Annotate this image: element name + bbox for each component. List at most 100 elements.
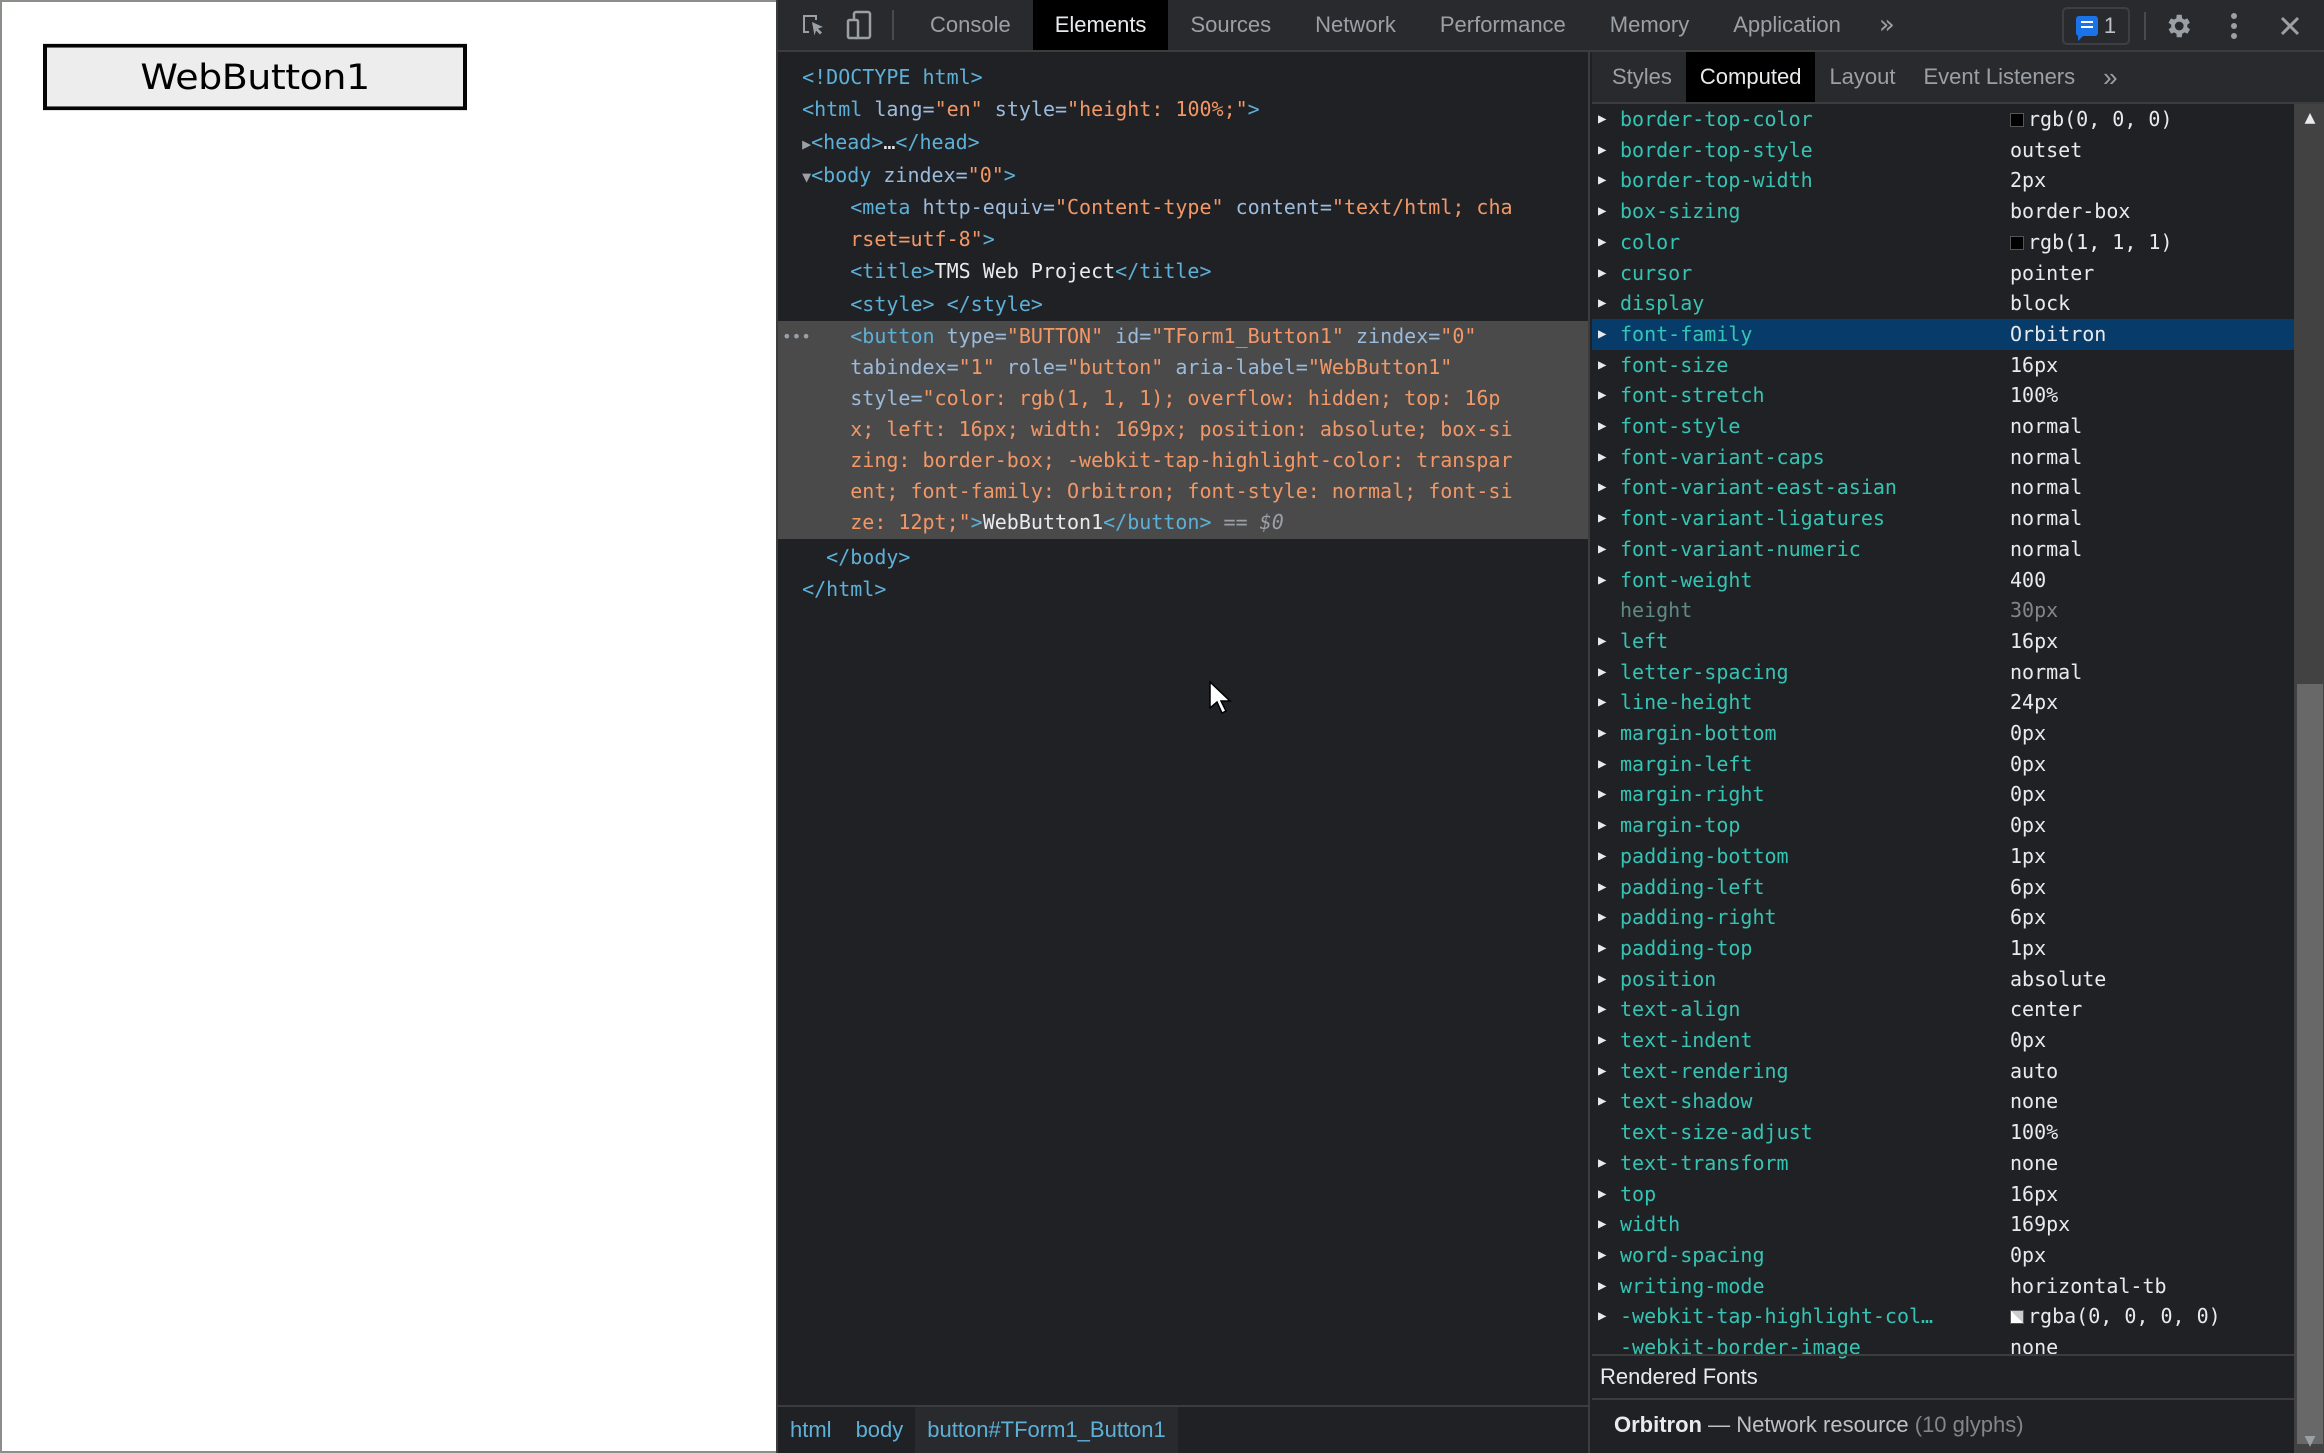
computed-property-row[interactable]: ▶ text-rendering auto — [1592, 1056, 2294, 1087]
expand-triangle-icon[interactable]: ▶ — [1598, 1240, 1606, 1271]
expand-triangle-icon[interactable]: ▶ — [1598, 319, 1606, 350]
computed-property-row[interactable]: ▶ width 169px — [1592, 1209, 2294, 1240]
color-swatch[interactable] — [2010, 113, 2024, 127]
computed-property-row[interactable]: ▶ border-top-style outset — [1592, 135, 2294, 166]
computed-property-row[interactable]: ▶ padding-left 6px — [1592, 872, 2294, 903]
tab-sources[interactable]: Sources — [1168, 0, 1293, 50]
tree-node-button-cont[interactable]: ze: 12pt;">WebButton1</button> == $0 — [778, 507, 1588, 539]
tree-node-body[interactable]: ▼<body zindex="0"> — [778, 160, 1588, 191]
tree-node-button-cont[interactable]: zing: border-box; -webkit-tap-highlight-… — [778, 445, 1588, 477]
expand-triangle-icon[interactable]: ▶ — [1598, 749, 1606, 780]
tree-node-button-cont[interactable]: ent; font-family: Orbitron; font-style: … — [778, 476, 1588, 508]
expand-triangle-icon[interactable]: ▶ — [1598, 841, 1606, 872]
expand-triangle-icon[interactable]: ▶ — [1598, 902, 1606, 933]
computed-property-row[interactable]: ▶ font-variant-ligatures normal — [1592, 503, 2294, 534]
computed-property-row[interactable]: ▶ color rgb(1, 1, 1) — [1592, 227, 2294, 258]
more-tabs-chevron-icon[interactable]: » — [1863, 10, 1911, 40]
expand-triangle-icon[interactable]: ▶ — [1598, 1271, 1606, 1302]
computed-property-row[interactable]: text-size-adjust 100% — [1592, 1117, 2294, 1148]
computed-property-row[interactable]: ▶ writing-mode horizontal-tb — [1592, 1271, 2294, 1302]
computed-property-row[interactable]: ▶ box-sizing border-box — [1592, 196, 2294, 227]
expand-triangle-icon[interactable]: ▶ — [802, 135, 811, 153]
expand-triangle-icon[interactable]: ▶ — [1598, 657, 1606, 688]
tree-node-button-cont[interactable]: x; left: 16px; width: 169px; position: a… — [778, 414, 1588, 446]
tab-memory[interactable]: Memory — [1588, 0, 1711, 50]
breadcrumb-body[interactable]: body — [843, 1407, 916, 1453]
inspect-element-icon[interactable] — [790, 0, 836, 50]
computed-property-row[interactable]: ▶ text-align center — [1592, 994, 2294, 1025]
tree-node-body-close[interactable]: </body> — [778, 542, 1588, 573]
expand-triangle-icon[interactable]: ▶ — [1598, 288, 1606, 319]
tab-computed[interactable]: Computed — [1685, 52, 1816, 102]
computed-property-row[interactable]: ▶ left 16px — [1592, 626, 2294, 657]
tree-node-meta-cont[interactable]: rset=utf-8"> — [778, 224, 1588, 255]
tab-styles[interactable]: Styles — [1598, 52, 1686, 102]
computed-property-row[interactable]: ▶ padding-right 6px — [1592, 902, 2294, 933]
expand-triangle-icon[interactable]: ▶ — [1598, 687, 1606, 718]
expand-triangle-icon[interactable]: ▶ — [1598, 196, 1606, 227]
scroll-up-arrow-icon[interactable]: ▲ — [2294, 110, 2324, 126]
device-toolbar-icon[interactable] — [836, 0, 882, 50]
expand-triangle-icon[interactable]: ▶ — [1598, 534, 1606, 565]
computed-property-row[interactable]: ▶ font-family Orbitron — [1592, 318, 2294, 350]
tab-elements[interactable]: Elements — [1032, 0, 1169, 50]
computed-property-row[interactable]: ▶ margin-top 0px — [1592, 810, 2294, 841]
color-swatch[interactable] — [2010, 235, 2024, 250]
expand-triangle-icon[interactable]: ▶ — [1598, 1209, 1606, 1240]
computed-property-row[interactable]: ▶ cursor pointer — [1592, 258, 2294, 289]
computed-property-row[interactable]: height 30px — [1592, 595, 2294, 626]
computed-property-row[interactable]: ▶ padding-top 1px — [1592, 933, 2294, 964]
tree-node-style[interactable]: <style> </style> — [778, 289, 1588, 320]
computed-property-row[interactable]: ▶ margin-left 0px — [1592, 749, 2294, 780]
breadcrumb-html[interactable]: html — [778, 1407, 844, 1453]
tab-network[interactable]: Network — [1293, 0, 1418, 50]
expand-triangle-icon[interactable]: ▶ — [1598, 779, 1606, 810]
node-actions-ellipsis-icon[interactable]: ••• — [782, 321, 811, 352]
breadcrumb-button[interactable]: button#TForm1_Button1 — [915, 1407, 1178, 1453]
computed-property-row[interactable]: ▶ font-variant-caps normal — [1592, 442, 2294, 473]
expand-triangle-icon[interactable]: ▶ — [1598, 104, 1606, 135]
computed-property-row[interactable]: ▶ text-shadow none — [1592, 1086, 2294, 1117]
expand-triangle-icon[interactable]: ▶ — [1598, 1025, 1606, 1056]
web-button-1[interactable]: WebButton1 — [43, 43, 467, 111]
expand-triangle-icon[interactable]: ▶ — [1598, 380, 1606, 411]
close-icon[interactable] — [2268, 0, 2312, 52]
expand-triangle-icon[interactable]: ▶ — [1598, 503, 1606, 534]
expand-triangle-icon[interactable]: ▶ — [1598, 994, 1606, 1025]
computed-property-row[interactable]: ▶ padding-bottom 1px — [1592, 841, 2294, 872]
tree-node-button-selected[interactable]: ••• <button type="BUTTON" id="TForm1_But… — [778, 321, 1588, 353]
tab-performance[interactable]: Performance — [1418, 0, 1588, 50]
computed-property-row[interactable]: ▶ line-height 24px — [1592, 687, 2294, 718]
color-swatch[interactable] — [2010, 1310, 2024, 1325]
expand-triangle-icon[interactable]: ▶ — [1598, 442, 1606, 473]
expand-triangle-icon[interactable]: ▶ — [1598, 1301, 1606, 1332]
expand-triangle-icon[interactable]: ▶ — [1598, 472, 1606, 503]
computed-property-row[interactable]: ▶ font-stretch 100% — [1592, 380, 2294, 411]
computed-property-row[interactable]: ▶ font-size 16px — [1592, 350, 2294, 381]
tab-event-listeners[interactable]: Event Listeners — [1910, 52, 2090, 102]
scroll-down-arrow-icon[interactable]: ▼ — [2294, 1433, 2324, 1449]
expand-triangle-icon[interactable]: ▶ — [1598, 350, 1606, 381]
expand-triangle-icon[interactable]: ▶ — [1598, 227, 1606, 258]
computed-property-row[interactable]: ▶ font-variant-east-asian normal — [1592, 472, 2294, 503]
computed-property-row[interactable]: ▶ font-weight 400 — [1592, 565, 2294, 596]
expand-triangle-icon[interactable]: ▶ — [1598, 1086, 1606, 1117]
expand-triangle-icon[interactable]: ▶ — [1598, 1179, 1606, 1210]
expand-triangle-icon[interactable]: ▶ — [1598, 810, 1606, 841]
computed-property-row[interactable]: ▶ margin-bottom 0px — [1592, 718, 2294, 749]
expand-triangle-icon[interactable]: ▶ — [1598, 718, 1606, 749]
expand-triangle-icon[interactable]: ▶ — [1598, 626, 1606, 657]
computed-property-row[interactable]: ▶ position absolute — [1592, 964, 2294, 995]
tree-node-doctype[interactable]: <!DOCTYPE html> — [778, 62, 1588, 93]
issues-button[interactable]: 1 — [2062, 7, 2130, 45]
tab-application[interactable]: Application — [1711, 0, 1863, 50]
computed-property-row[interactable]: ▶ word-spacing 0px — [1592, 1240, 2294, 1271]
computed-property-row[interactable]: ▶ border-top-width 2px — [1592, 165, 2294, 196]
tree-node-meta[interactable]: <meta http-equiv="Content-type" content=… — [778, 192, 1588, 223]
computed-property-row[interactable]: ▶ font-variant-numeric normal — [1592, 534, 2294, 565]
tree-node-button-cont[interactable]: style="color: rgb(1, 1, 1); overflow: hi… — [778, 383, 1588, 415]
collapse-triangle-icon[interactable]: ▼ — [802, 168, 811, 186]
expand-triangle-icon[interactable]: ▶ — [1598, 135, 1606, 166]
expand-triangle-icon[interactable]: ▶ — [1598, 411, 1606, 442]
tab-layout[interactable]: Layout — [1815, 52, 1909, 102]
